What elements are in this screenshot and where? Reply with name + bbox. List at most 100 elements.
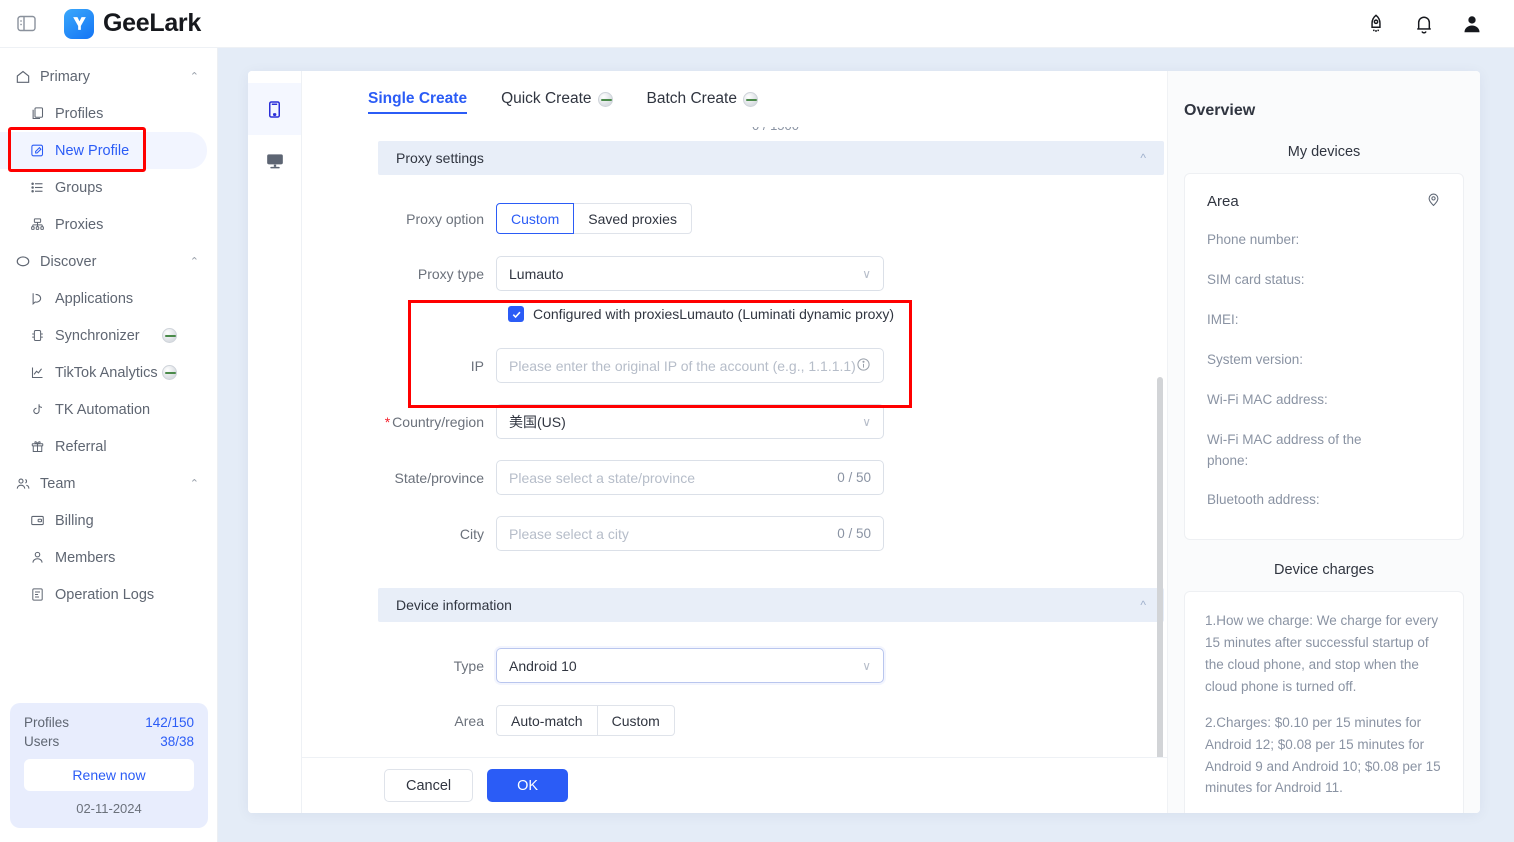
analytics-icon: [28, 364, 46, 382]
state-province-input[interactable]: Please select a state/province 0 / 50: [496, 460, 884, 495]
country-region-select[interactable]: 美国(US) ∨: [496, 404, 884, 439]
sidebar-item-profiles[interactable]: Profiles: [0, 95, 207, 132]
proxy-type-select[interactable]: Lumauto ∨: [496, 256, 884, 291]
device-field-wifi-mac-address: Wi-Fi MAC address:: [1207, 390, 1441, 411]
sidebar-item-applications[interactable]: Applications: [0, 280, 207, 317]
user-avatar-icon[interactable]: [1458, 10, 1486, 38]
phone-icon: [265, 100, 284, 119]
tab-label: Batch Create: [647, 90, 737, 108]
country-region-value: 美国(US): [509, 412, 566, 432]
usage-row-profiles: Profiles 142/150: [24, 715, 194, 730]
info-icon[interactable]: [856, 357, 871, 375]
configured-proxies-checkbox[interactable]: [508, 306, 524, 322]
sidebar-item-label: Profiles: [55, 106, 103, 122]
chevron-down-icon: ∨: [862, 659, 871, 673]
chevron-up-icon[interactable]: ^: [1140, 151, 1146, 165]
rocket-icon[interactable]: [1362, 10, 1390, 38]
device-field-sim-card-status: SIM card status:: [1207, 270, 1441, 291]
chevron-up-icon: ⌃: [190, 255, 199, 268]
device-area-label: Area: [378, 713, 496, 729]
bell-icon[interactable]: [1410, 10, 1438, 38]
device-type-select[interactable]: Android 10 ∨: [496, 648, 884, 683]
modal-main: Single Create Quick Create Batch Create …: [302, 71, 1167, 813]
sidebar-item-label: TikTok Analytics: [55, 365, 158, 381]
device-area-auto-match-button[interactable]: Auto-match: [496, 705, 598, 736]
profiles-icon: [28, 105, 46, 123]
section-title: Proxy settings: [396, 150, 484, 166]
sidebar-item-tk-automation[interactable]: TK Automation: [0, 391, 207, 428]
rail-item-phone[interactable]: [248, 83, 301, 135]
device-field-wifi-mac-address-phone: Wi-Fi MAC address of the phone:: [1207, 430, 1367, 472]
proxy-option-custom-button[interactable]: Custom: [496, 203, 574, 234]
rail-item-desktop[interactable]: [248, 135, 301, 187]
cancel-button[interactable]: Cancel: [384, 769, 473, 802]
section-header-device-information[interactable]: Device information ^: [378, 588, 1164, 622]
panel-toggle-icon[interactable]: [14, 12, 38, 36]
ok-button[interactable]: OK: [487, 769, 568, 802]
tab-batch-create[interactable]: Batch Create: [647, 90, 758, 108]
brand-logo[interactable]: GeeLark: [64, 9, 201, 39]
sidebar-group-discover[interactable]: Discover ⌃: [0, 243, 217, 280]
sidebar-item-referral[interactable]: Referral: [0, 428, 207, 465]
row-city: City Please select a city 0 / 50: [378, 516, 1167, 551]
row-proxy-type: Proxy type Lumauto ∨: [378, 256, 1167, 291]
device-field-bluetooth-address: Bluetooth address:: [1207, 490, 1441, 511]
sidebar-group-team[interactable]: Team ⌃: [0, 465, 217, 502]
sidebar-item-members[interactable]: Members: [0, 539, 207, 576]
sidebar-item-label: Applications: [55, 291, 133, 307]
proxy-type-value: Lumauto: [509, 266, 563, 282]
sidebar-group-primary[interactable]: Primary ⌃: [0, 58, 217, 95]
usage-profiles-label: Profiles: [24, 715, 69, 730]
renew-now-button[interactable]: Renew now: [24, 759, 194, 791]
form-scroll-area[interactable]: 0 / 1500 Proxy settings ^ Proxy option C…: [302, 127, 1167, 757]
sidebar-item-tiktok-analytics[interactable]: TikTok Analytics: [0, 354, 207, 391]
form-scrollbar[interactable]: [1157, 377, 1163, 757]
top-bar: GeeLark: [0, 0, 1514, 48]
device-charges-heading: Device charges: [1184, 562, 1464, 578]
section-header-proxy-settings[interactable]: Proxy settings ^: [378, 141, 1164, 175]
sidebar-item-billing[interactable]: Billing: [0, 502, 207, 539]
city-label: City: [378, 526, 496, 542]
sidebar-item-groups[interactable]: Groups: [0, 169, 207, 206]
charge-paragraph-2: 2.Charges: $0.10 per 15 minutes for Andr…: [1205, 712, 1443, 799]
tab-quick-create[interactable]: Quick Create: [501, 90, 612, 108]
my-devices-card: Area Phone number: SIM card status: IMEI…: [1184, 173, 1464, 540]
billing-icon: [28, 512, 46, 530]
my-devices-heading: My devices: [1184, 144, 1464, 160]
tab-single-create[interactable]: Single Create: [368, 90, 467, 108]
sidebar-item-label: Referral: [55, 439, 107, 455]
ip-input[interactable]: Please enter the original IP of the acco…: [496, 348, 884, 383]
city-input[interactable]: Please select a city 0 / 50: [496, 516, 884, 551]
overview-title: Overview: [1184, 71, 1464, 120]
chevron-up-icon[interactable]: ^: [1140, 598, 1146, 612]
proxy-option-saved-button[interactable]: Saved proxies: [574, 203, 692, 234]
configured-proxies-label: Configured with proxiesLumauto (Luminati…: [533, 306, 894, 322]
beta-badge-icon: [598, 92, 613, 107]
sidebar-item-label: Synchronizer: [55, 328, 140, 344]
sidebar-group-label: Team: [40, 476, 75, 492]
tab-label: Single Create: [368, 90, 467, 108]
location-pin-icon[interactable]: [1426, 192, 1441, 211]
device-area-custom-button[interactable]: Custom: [598, 705, 675, 736]
subscription-date: 02-11-2024: [24, 801, 194, 816]
device-type-label: Type: [378, 658, 496, 674]
logs-icon: [28, 586, 46, 604]
sidebar: Primary ⌃ Profiles New Profile Groups: [0, 48, 218, 842]
country-region-label: *Country/region: [378, 414, 496, 430]
sidebar-item-proxies[interactable]: Proxies: [0, 206, 207, 243]
members-icon: [28, 549, 46, 567]
device-field-phone-number: Phone number:: [1207, 230, 1441, 251]
usage-profiles-value: 142/150: [145, 715, 194, 730]
device-area-title: Area: [1207, 193, 1239, 210]
clipped-char-counter: 0 / 1500: [752, 127, 799, 133]
chevron-down-icon: ∨: [862, 267, 871, 281]
team-icon: [14, 475, 32, 493]
sidebar-item-label: Members: [55, 550, 115, 566]
row-country-region: *Country/region 美国(US) ∨: [378, 404, 1167, 439]
applications-icon: [28, 290, 46, 308]
sidebar-item-new-profile[interactable]: New Profile: [0, 132, 207, 169]
ip-placeholder: Please enter the original IP of the acco…: [509, 358, 856, 374]
device-field-imei: IMEI:: [1207, 310, 1441, 331]
sidebar-item-synchronizer[interactable]: Synchronizer: [0, 317, 207, 354]
sidebar-item-operation-logs[interactable]: Operation Logs: [0, 576, 207, 613]
